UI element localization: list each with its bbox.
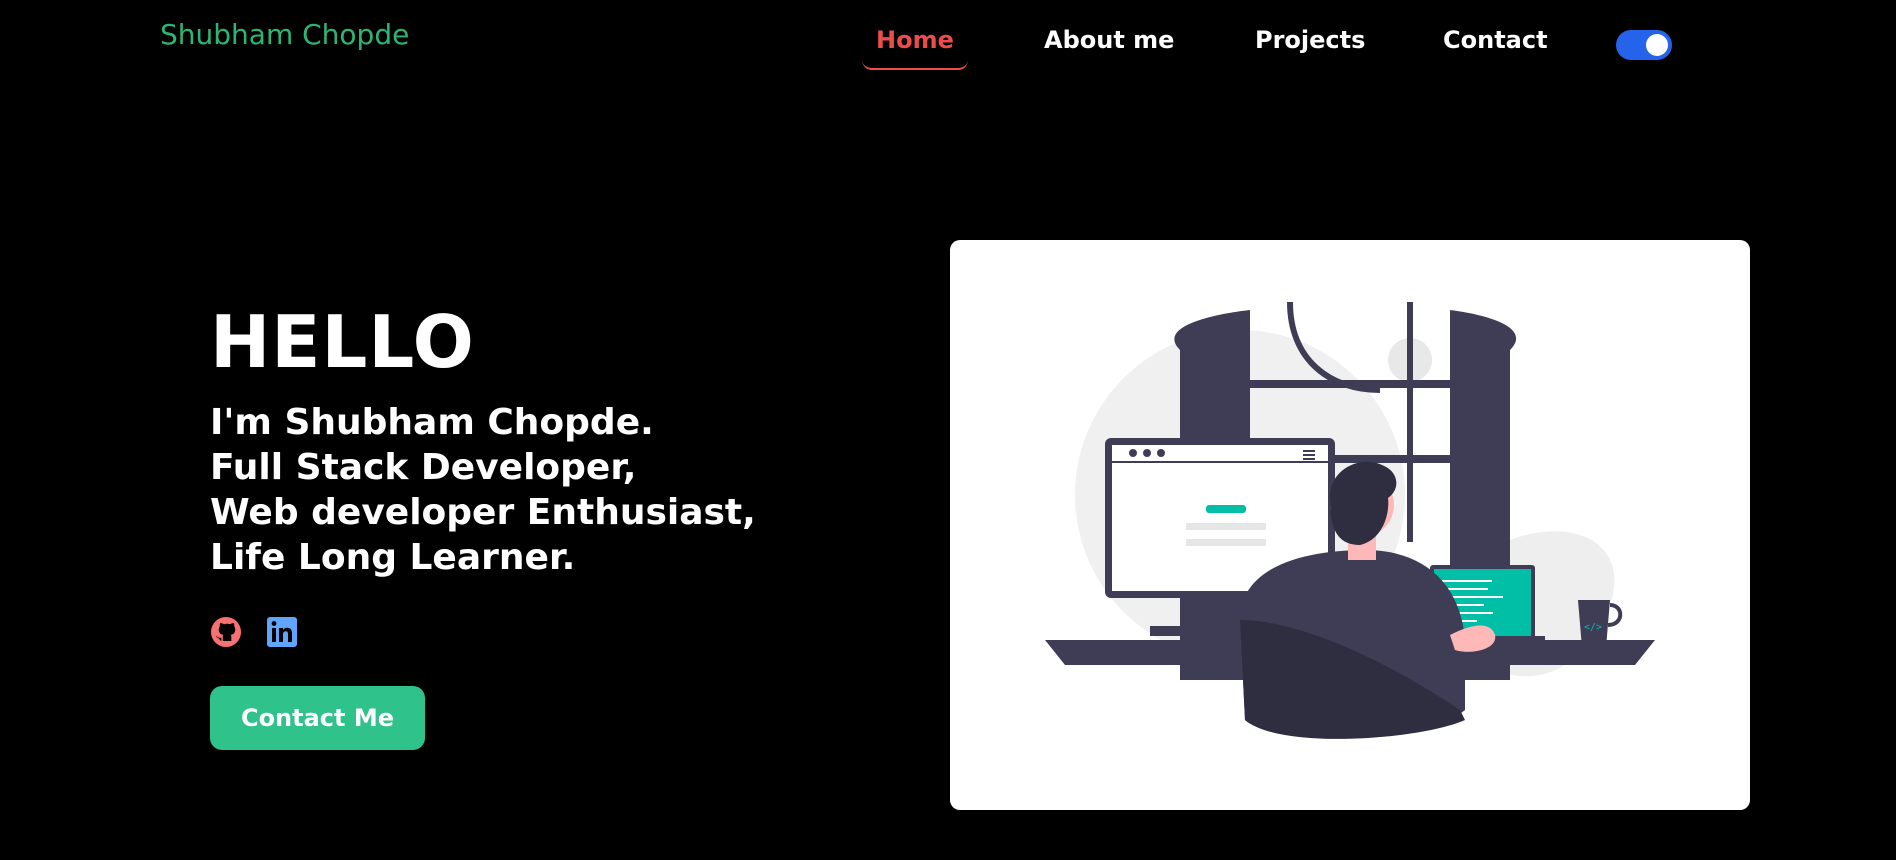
- hero-line-role: Full Stack Developer,: [210, 447, 637, 488]
- github-icon[interactable]: [210, 616, 242, 648]
- developer-at-desk-illustration: </>: [1045, 301, 1655, 739]
- brand-logo-text[interactable]: Shubham Chopde: [160, 18, 409, 51]
- hero-line-enthusiast: Web developer Enthusiast,: [210, 492, 756, 533]
- nav-contact[interactable]: Contact: [1429, 26, 1562, 68]
- nav-home[interactable]: Home: [862, 26, 968, 70]
- svg-text:</>: </>: [1584, 622, 1602, 633]
- social-links: [210, 616, 298, 648]
- contact-me-button[interactable]: Contact Me: [210, 686, 425, 750]
- hero-greeting: HELLO: [210, 300, 475, 384]
- toggle-knob: [1646, 34, 1668, 56]
- hero-line-name: I'm Shubham Chopde.: [210, 402, 654, 443]
- hero-illustration: </>: [950, 240, 1750, 810]
- nav-projects[interactable]: Projects: [1241, 26, 1379, 68]
- theme-toggle[interactable]: [1616, 30, 1672, 60]
- hero-intro: I'm Shubham Chopde. Full Stack Developer…: [210, 400, 756, 580]
- linkedin-icon[interactable]: [266, 616, 298, 648]
- hero-line-learner: Life Long Learner.: [210, 537, 576, 578]
- nav-about-me[interactable]: About me: [1030, 26, 1188, 68]
